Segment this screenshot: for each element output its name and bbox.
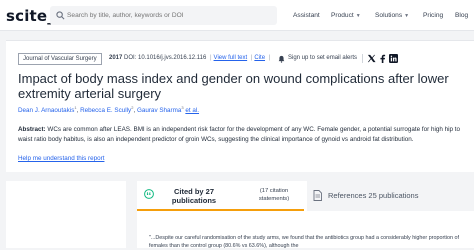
nav-assistant[interactable]: Assistant [293,12,320,19]
nav-pricing[interactable]: Pricing [423,12,443,19]
references-count: References 25 publications [328,191,419,200]
author-sup: 3 [181,105,184,110]
nav-product-label: Product [331,12,354,19]
top-nav: scite_ Assistant Product▼ Solutions▼ Pri… [0,0,474,31]
chevron-down-icon: ▼ [404,13,410,19]
author-list: Dean J. Arnaoutakis1, Rebecca E. Scully2… [18,105,199,114]
tab-cited-by[interactable]: Cited by 27 publications (17 citation st… [137,181,304,211]
article-meta: 2017 DOI: 10.1016/j.jvs.2016.12.116 | Vie… [109,55,272,61]
search-bar[interactable] [50,6,277,25]
divider: | [209,55,212,61]
citation-statements-count: (17 citation statements) [258,188,290,202]
article-year: 2017 [109,55,123,61]
tab-references[interactable]: References 25 publications [307,181,474,211]
linkedin-icon[interactable] [389,54,398,63]
article-doi: DOI: 10.1016/j.jvs.2016.12.116 [124,55,207,61]
divider: | [250,55,253,61]
author-link[interactable]: Gaurav Sharma [137,107,181,114]
nav-solutions[interactable]: Solutions ▼ [375,12,409,19]
article-title: Impact of body mass index and gender on … [18,71,449,101]
divider [362,54,363,63]
citations-panel: Cited by 27 publications (17 citation st… [137,181,474,249]
email-alert-signup[interactable]: Sign up to set email alerts [288,55,357,61]
search-input[interactable] [65,6,275,25]
help-understand-link[interactable]: Help me understand this report [18,155,104,162]
abstract: Abstract: WCs are common after LEAS. BMI… [18,125,474,144]
author-link[interactable]: Rebecca E. Scully [80,107,131,114]
cite-link[interactable]: Cite [254,55,265,61]
abstract-label: Abstract: [18,126,46,133]
nav-solutions-label: Solutions [375,12,403,19]
bell-icon[interactable] [278,55,285,63]
nav-product[interactable]: Product ▼ [331,12,361,19]
abstract-text: WCs are common after LEAS. BMI is an ind… [18,126,461,143]
search-icon [56,11,65,20]
nav-blog[interactable]: Blog [455,12,468,19]
article-card: Journal of Vascular Surgery 2017 DOI: 10… [6,40,474,172]
document-icon [313,190,322,201]
chevron-down-icon: ▼ [355,13,361,19]
facebook-icon[interactable] [378,54,387,63]
divider: | [268,55,271,61]
journal-badge[interactable]: Journal of Vascular Surgery [18,53,102,65]
side-panel [6,181,126,248]
author-link[interactable]: Dean J. Arnaoutakis [18,107,74,114]
scite-logo[interactable]: scite_ [6,7,55,25]
cited-by-count: Cited by 27 publications [171,187,217,205]
view-full-text-link[interactable]: View full text [214,55,248,61]
et-al-link[interactable]: et al. [185,107,199,114]
twitter-icon[interactable] [367,54,376,63]
quote-icon [144,189,154,199]
